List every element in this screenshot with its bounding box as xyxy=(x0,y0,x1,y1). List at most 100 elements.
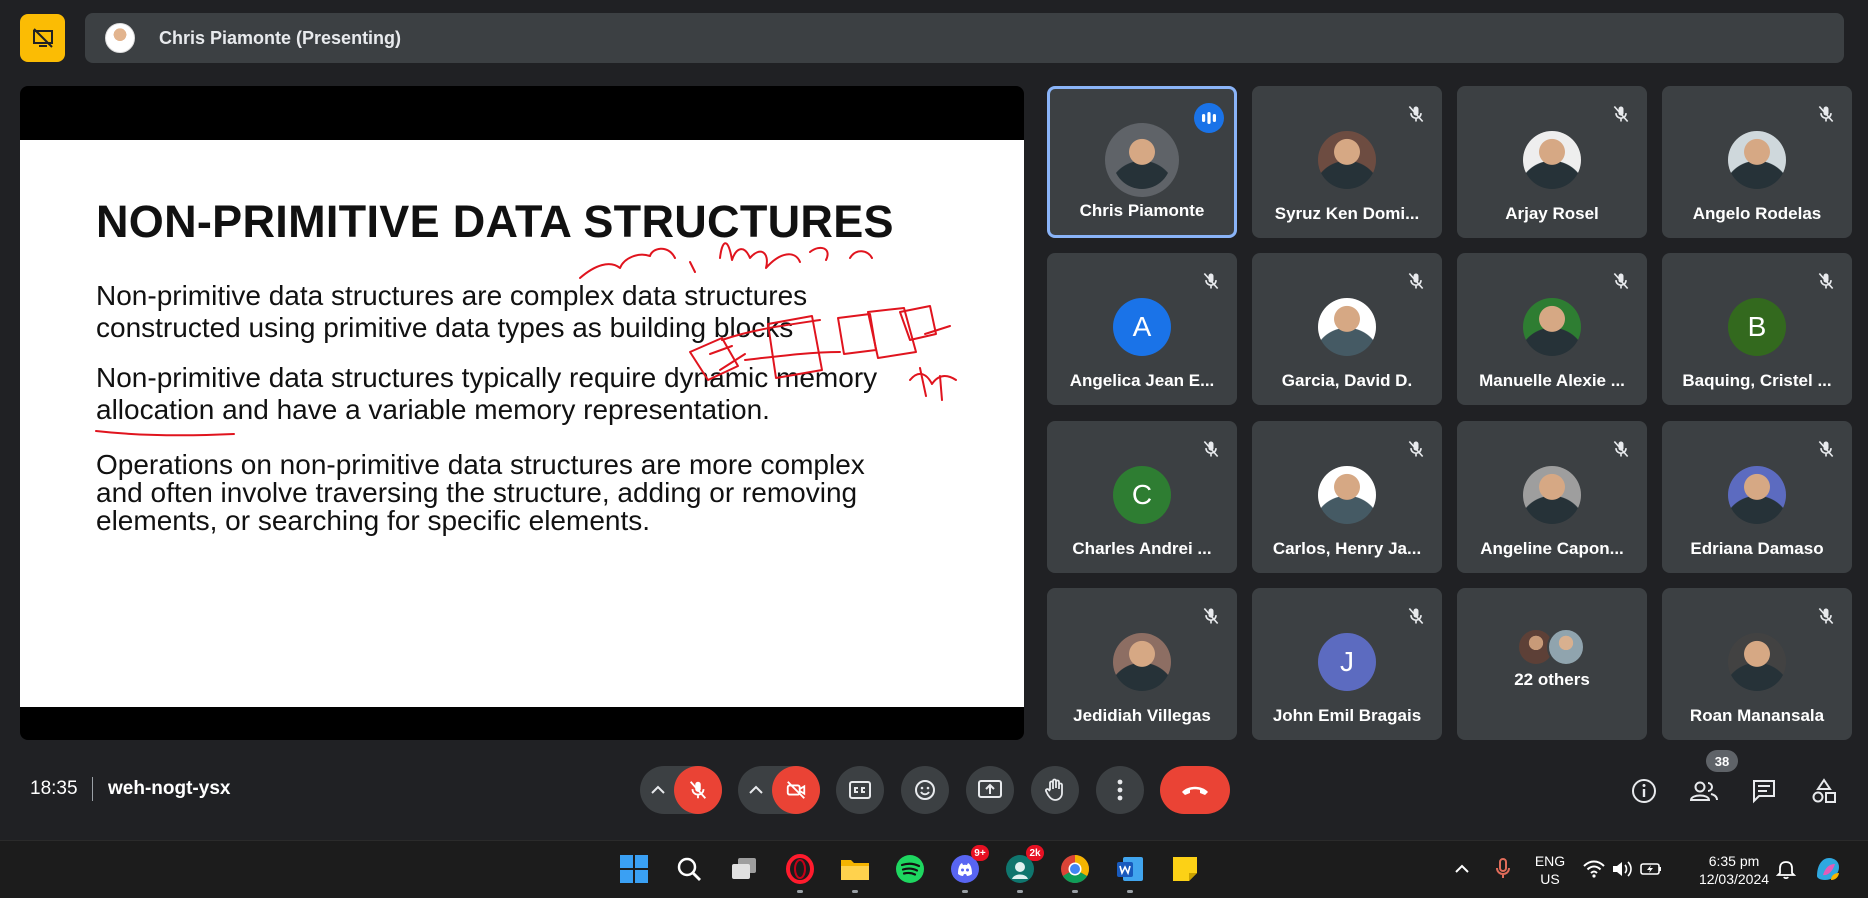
taskbar-search-button[interactable] xyxy=(671,851,707,887)
clock-date: 12/03/2024 xyxy=(1698,871,1770,887)
mic-muted-icon xyxy=(1201,271,1221,291)
running-indicator xyxy=(1127,890,1133,893)
microphone-toggle-button[interactable] xyxy=(674,766,722,814)
mic-off-icon xyxy=(689,781,707,799)
participant-name: Roan Manansala xyxy=(1689,706,1825,725)
emoji-icon xyxy=(915,780,935,800)
chat-button[interactable] xyxy=(1749,776,1779,806)
reactions-button[interactable] xyxy=(901,766,949,814)
taskbar-opera[interactable] xyxy=(782,851,818,893)
running-indicator xyxy=(852,890,858,893)
participant-tile[interactable]: C Charles Andrei ... xyxy=(1047,421,1237,573)
mic-muted-icon xyxy=(1816,271,1836,291)
task-view-button[interactable] xyxy=(726,851,762,887)
stop-presenting-button[interactable] xyxy=(20,14,65,62)
participant-name: Carlos, Henry Ja... xyxy=(1272,539,1422,558)
system-clock[interactable]: 6:35 pm 12/03/2024 xyxy=(1692,852,1776,888)
participant-tile[interactable]: Angeline Capon... xyxy=(1457,421,1647,573)
volume-icon xyxy=(1613,861,1632,877)
info-icon xyxy=(1632,779,1656,803)
shared-slide: NON-PRIMITIVE DATA STRUCTURES Non-primit… xyxy=(20,140,1024,707)
avatar xyxy=(1523,298,1581,356)
windows-logo-icon xyxy=(620,855,648,883)
meeting-time: 18:35 xyxy=(30,778,78,799)
taskbar-file-explorer[interactable] xyxy=(837,851,873,893)
avatar: B xyxy=(1728,298,1786,356)
taskbar-sticky-notes[interactable] xyxy=(1167,851,1203,887)
participant-tile[interactable]: Chris Piamonte xyxy=(1047,86,1237,238)
word-icon xyxy=(1117,857,1143,881)
participant-name: Chris Piamonte xyxy=(1079,201,1205,220)
participant-name: Garcia, David D. xyxy=(1281,371,1413,390)
taskbar-chrome[interactable] xyxy=(1057,851,1093,893)
copilot-icon xyxy=(1817,858,1839,880)
avatar xyxy=(1318,466,1376,524)
taskbar-word[interactable] xyxy=(1112,851,1148,893)
taskbar-discord[interactable]: 9+ xyxy=(947,845,989,893)
running-indicator xyxy=(1072,890,1078,893)
avatar: A xyxy=(1113,298,1171,356)
participant-tile[interactable]: 22 others xyxy=(1457,588,1647,740)
mic-muted-icon xyxy=(1611,271,1631,291)
windows-taskbar: 9+ 2k ENG US 6:35 pm 12/03/2024 xyxy=(0,840,1868,898)
avatar xyxy=(1728,466,1786,524)
start-button[interactable] xyxy=(616,851,652,887)
participant-name: Angelica Jean E... xyxy=(1069,371,1215,390)
avatar xyxy=(1547,628,1585,666)
participant-count-badge: 38 xyxy=(1706,750,1738,772)
microphone-in-use-button[interactable] xyxy=(1485,851,1521,887)
avatar xyxy=(1523,131,1581,189)
presenting-banner: Chris Piamonte (Presenting) xyxy=(85,13,1844,63)
participant-tile[interactable]: Syruz Ken Domi... xyxy=(1252,86,1442,238)
avatar xyxy=(1113,633,1171,691)
copilot-button[interactable] xyxy=(1810,851,1846,887)
presentation-off-icon xyxy=(32,28,53,48)
notifications-button[interactable] xyxy=(1768,851,1804,887)
participant-name: John Emil Bragais xyxy=(1272,706,1422,725)
divider xyxy=(92,777,93,801)
participant-name: Syruz Ken Domi... xyxy=(1274,204,1420,223)
participant-tile[interactable]: B Baquing, Cristel ... xyxy=(1662,253,1852,405)
participant-name: Edriana Damaso xyxy=(1690,539,1824,558)
avatar xyxy=(1728,633,1786,691)
present-screen-button[interactable] xyxy=(966,766,1014,814)
participant-tile[interactable]: Garcia, David D. xyxy=(1252,253,1442,405)
chevron-up-icon xyxy=(651,785,665,794)
show-hidden-icons-button[interactable] xyxy=(1444,851,1480,887)
camera-toggle-button[interactable] xyxy=(772,766,820,814)
meeting-code[interactable]: weh-nogt-ysx xyxy=(108,778,230,800)
spotify-icon xyxy=(896,855,924,883)
present-to-all-icon xyxy=(978,780,1002,798)
participant-name: Jedidiah Villegas xyxy=(1073,706,1211,725)
participant-tile[interactable]: Carlos, Henry Ja... xyxy=(1252,421,1442,573)
mic-muted-icon xyxy=(1406,104,1426,124)
raise-hand-button[interactable] xyxy=(1031,766,1079,814)
participant-tile[interactable]: Edriana Damaso xyxy=(1662,421,1852,573)
activities-button[interactable] xyxy=(1809,776,1839,806)
language-code: ENG xyxy=(1534,853,1566,869)
participant-tile[interactable]: Manuelle Alexie ... xyxy=(1457,253,1647,405)
video-settings-button[interactable] xyxy=(742,766,770,814)
participant-tile[interactable]: Arjay Rosel xyxy=(1457,86,1647,238)
meeting-details-button[interactable] xyxy=(1629,776,1659,806)
captions-button[interactable] xyxy=(836,766,884,814)
taskbar-app[interactable]: 2k xyxy=(1002,845,1044,893)
microphone-icon xyxy=(1496,858,1510,878)
notification-badge: 9+ xyxy=(971,845,989,861)
people-button[interactable] xyxy=(1689,776,1719,806)
participant-tile[interactable]: Roan Manansala xyxy=(1662,588,1852,740)
quick-settings-button[interactable] xyxy=(1578,851,1668,887)
taskbar-spotify[interactable] xyxy=(892,851,928,887)
language-indicator[interactable]: ENG US xyxy=(1530,852,1570,888)
notification-badge: 2k xyxy=(1026,845,1044,861)
mic-muted-icon xyxy=(1406,439,1426,459)
end-call-button[interactable] xyxy=(1160,766,1230,814)
avatar: C xyxy=(1113,466,1171,524)
more-options-button[interactable] xyxy=(1096,766,1144,814)
participant-tile[interactable]: A Angelica Jean E... xyxy=(1047,253,1237,405)
participant-tile[interactable]: J John Emil Bragais xyxy=(1252,588,1442,740)
mic-muted-icon xyxy=(1611,439,1631,459)
participant-tile[interactable]: Jedidiah Villegas xyxy=(1047,588,1237,740)
audio-settings-button[interactable] xyxy=(644,766,672,814)
participant-tile[interactable]: Angelo Rodelas xyxy=(1662,86,1852,238)
